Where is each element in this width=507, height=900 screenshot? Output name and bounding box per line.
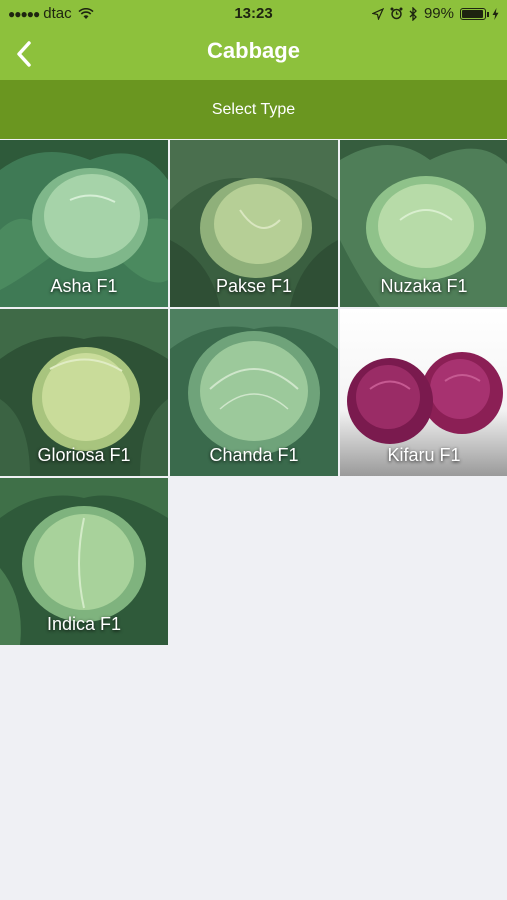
page-title: Cabbage — [207, 38, 300, 63]
variety-tile-asha[interactable]: Asha F1 — [0, 140, 168, 307]
battery-percentage: 99% — [423, 5, 454, 22]
variety-tile-chanda[interactable]: Chanda F1 — [170, 309, 338, 476]
variety-name: Kifaru F1 — [387, 445, 461, 465]
variety-name: Pakse F1 — [215, 276, 293, 296]
variety-name: Asha F1 — [50, 276, 118, 296]
battery-icon — [460, 7, 489, 20]
navigation-bar: Cabbage — [0, 28, 507, 80]
alarm-icon — [390, 7, 403, 20]
variety-tile-pakse[interactable]: Pakse F1 — [170, 140, 338, 307]
variety-grid: Asha F1 Pakse F1 Nuzaka F1 Gloriosa F1 C… — [0, 140, 507, 645]
variety-tile-kifaru[interactable]: Kifaru F1 — [340, 309, 507, 476]
variety-name: Chanda F1 — [209, 445, 299, 465]
bluetooth-icon — [409, 6, 417, 21]
location-arrow-icon — [371, 7, 384, 20]
variety-name: Nuzaka F1 — [380, 276, 468, 296]
status-bar: ●●●●● dtac 13:23 99% — [0, 0, 507, 28]
variety-tile-gloriosa[interactable]: Gloriosa F1 — [0, 309, 168, 476]
variety-tile-indica[interactable]: Indica F1 — [0, 478, 168, 645]
variety-name: Gloriosa F1 — [37, 445, 131, 465]
variety-tile-nuzaka[interactable]: Nuzaka F1 — [340, 140, 507, 307]
charging-bolt-icon — [492, 7, 499, 20]
variety-name: Indica F1 — [46, 614, 122, 634]
select-type-header: Select Type — [0, 80, 507, 139]
